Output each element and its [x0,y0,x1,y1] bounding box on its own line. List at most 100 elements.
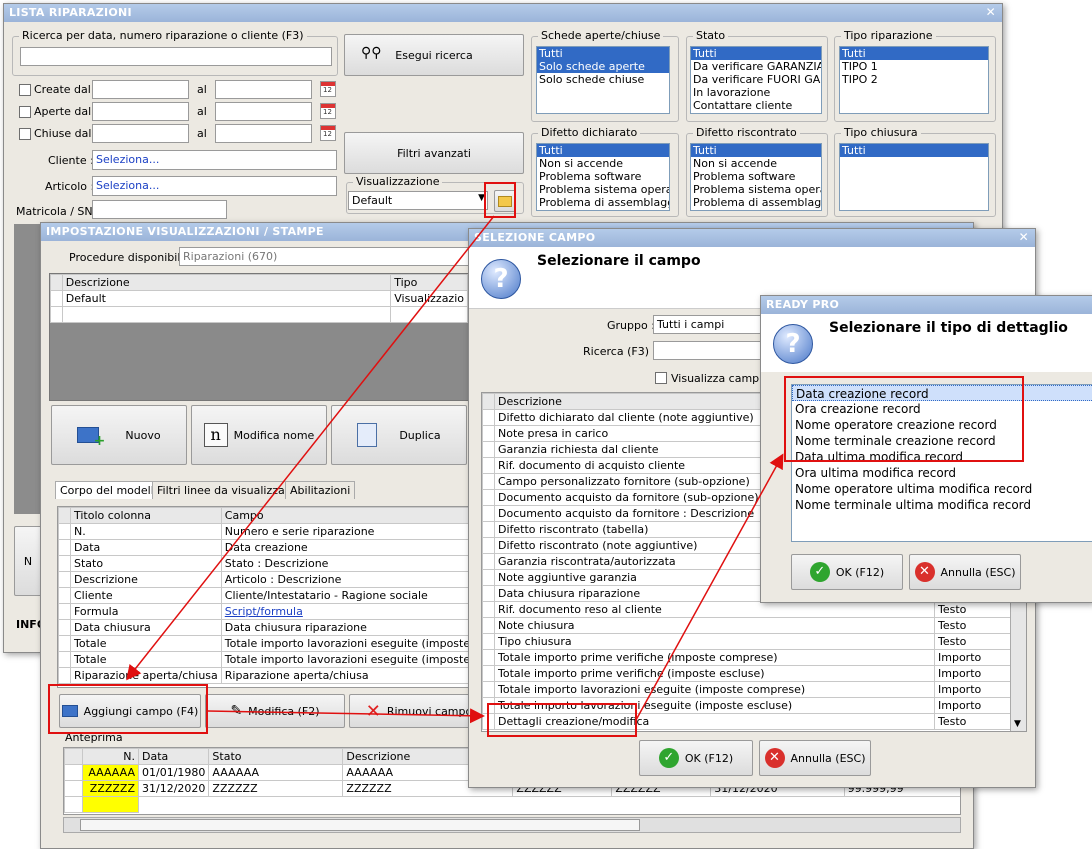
left-partial-button[interactable]: N [14,526,42,596]
table-row[interactable]: Data chiusura Data chiusura riparazione [58,619,468,636]
ready-annulla-button[interactable]: ✕ Annulla (ESC) [909,554,1021,590]
list-item[interactable]: Nome terminale ultima modifica record [792,497,1092,513]
field-type: Importo [934,665,1012,682]
list-item[interactable]: Problema di assemblaggio [537,196,669,209]
col-campo: Campo [220,507,468,524]
stato-listbox[interactable]: Tutti Da verificare GARANZIA Da verificare… [690,46,822,114]
impost-title: IMPOSTAZIONE VISUALIZZAZIONI / STAMPE [46,225,324,238]
binoculars-icon: ⚲⚲ [361,45,382,61]
list-item[interactable]: Non si accende [691,157,821,170]
field-type: Testo [934,601,1012,618]
created-from-field[interactable] [92,80,189,99]
modifica-button[interactable]: ✎ Modifica (F2) [205,694,345,728]
list-item[interactable]: Solo schede chiuse [537,73,669,86]
table-row[interactable]: Totale importo prime verifiche (imposte … [482,649,1012,666]
closed-checkbox[interactable] [19,128,31,140]
list-item[interactable]: Problema di assemblaggio [691,196,821,209]
table-row[interactable]: Totale Totale importo lavorazioni eseguit… [58,651,468,668]
column-title: Data chiusura [70,619,222,636]
list-item[interactable]: Tutti [840,144,988,157]
selcampo-ok-button[interactable]: ✓ OK (F12) [639,740,753,776]
table-row[interactable]: Riparazione aperta/chiusa Riparazione ape… [58,667,468,684]
scrollbar-thumb[interactable] [80,819,640,831]
matricola-field[interactable] [92,200,227,219]
model-description: Default [61,290,392,307]
search-input[interactable] [20,47,332,66]
duplica-button[interactable]: Duplica [331,405,467,465]
advanced-filters-button[interactable]: Filtri avanzati [344,132,524,174]
cancel-icon: ✕ [764,748,785,768]
table-row[interactable]: Note chiusura Testo [482,617,1012,634]
list-item[interactable]: Tutti [537,144,669,157]
calendar-icon[interactable] [320,103,336,119]
tipo-riparazione-listbox[interactable]: Tutti TIPO 1 TIPO 2 [839,46,989,114]
list-item[interactable]: Problema software [537,170,669,183]
table-row[interactable]: Totale importo lavorazioni eseguite (imp… [482,681,1012,698]
close-icon[interactable]: ✕ [986,5,996,19]
nuovo-button[interactable]: + Nuovo [51,405,187,465]
opened-to-field[interactable] [215,102,312,121]
tab-abilitazioni[interactable]: Abilitazioni [285,481,356,499]
visualizza-checkbox[interactable] [655,372,667,384]
created-to-field[interactable] [215,80,312,99]
table-row[interactable]: Rif. documento reso al cliente Testo [482,601,1012,618]
table-row[interactable]: Default Visualizzazio [50,290,468,307]
list-item[interactable]: Nome operatore ultima modifica record [792,481,1092,497]
procedure-field[interactable]: Riparazioni (670) [179,247,479,266]
tab-filtri-linee[interactable]: Filtri linee da visualizzare [152,481,301,499]
list-item[interactable]: Tutti [691,47,821,60]
table-row[interactable]: Descrizione Articolo : Descrizione [58,571,468,588]
preview-scrollbar[interactable] [63,817,961,833]
search-button[interactable]: ⚲⚲ Esegui ricerca [344,34,524,76]
list-item[interactable]: Tutti [840,47,988,60]
table-row[interactable]: Formula Script/formula [58,603,468,620]
list-item[interactable]: TIPO 1 [840,60,988,73]
grid-indicator-cell [58,507,71,524]
table-row[interactable]: Totale Totale importo lavorazioni eseguit… [58,635,468,652]
opened-from-field[interactable] [92,102,189,121]
list-item[interactable]: Problema software [691,170,821,183]
tab-corpo-modello[interactable]: Corpo del modello [55,481,166,499]
cliente-field[interactable]: Seleziona... [92,150,337,170]
column-field: Cliente/Intestatario - Ragione sociale [220,587,468,604]
list-item[interactable]: Non si accende [537,157,669,170]
schede-listbox[interactable]: Tutti Solo schede aperte Solo schede chius… [536,46,670,114]
table-row[interactable]: N. Numero e serie riparazione [58,523,468,540]
difetto-riscontrato-listbox[interactable]: Tutti Non si accende Problema software Prob… [690,143,822,211]
list-item[interactable]: Ora ultima modifica record [792,465,1092,481]
list-item[interactable]: Da verificare FUORI GA [691,73,821,86]
table-row[interactable]: Data Data creazione [58,539,468,556]
column-title: Totale [70,635,222,652]
list-item[interactable]: Problema sistema operativo [537,183,669,196]
difetto-dichiarato-listbox[interactable]: Tutti Non si accende Problema software Prob… [536,143,670,211]
table-row[interactable]: Tipo chiusura Testo [482,633,1012,650]
closed-to-field[interactable] [215,124,312,143]
calendar-icon[interactable] [320,81,336,97]
list-item[interactable]: Tutti [691,144,821,157]
articolo-field[interactable]: Seleziona... [92,176,337,196]
table-row[interactable]: Stato Stato : Descrizione [58,555,468,572]
list-item[interactable]: Problema sistema operativo [691,183,821,196]
list-item[interactable]: Tutti [537,47,669,60]
list-item[interactable]: In lavorazione [691,86,821,99]
list-item[interactable]: Contattare cliente [691,99,821,112]
table-row[interactable]: Totale importo prime verifiche (imposte … [482,665,1012,682]
opened-checkbox[interactable] [19,106,31,118]
chevron-down-icon[interactable]: ▼ [1014,719,1021,729]
list-item[interactable]: Da verificare GARANZIA [691,60,821,73]
column-field: Stato : Descrizione [220,555,468,572]
closed-from-field[interactable] [92,124,189,143]
modifica-nome-button[interactable]: n Modifica nome [191,405,327,465]
close-icon[interactable]: ✕ [1019,230,1029,244]
highlight-folder-button [484,182,516,218]
list-item[interactable]: Solo schede aperte [537,60,669,73]
grid-indicator-cell [482,681,495,698]
table-row[interactable]: Cliente Cliente/Intestatario - Ragione so… [58,587,468,604]
visual-select[interactable]: Default ▼ [348,191,488,210]
created-checkbox[interactable] [19,84,31,96]
calendar-icon[interactable] [320,125,336,141]
selcampo-annulla-button[interactable]: ✕ Annulla (ESC) [759,740,871,776]
list-item[interactable]: TIPO 2 [840,73,988,86]
ready-ok-button[interactable]: ✓ OK (F12) [791,554,903,590]
tipo-chiusura-listbox[interactable]: Tutti [839,143,989,211]
